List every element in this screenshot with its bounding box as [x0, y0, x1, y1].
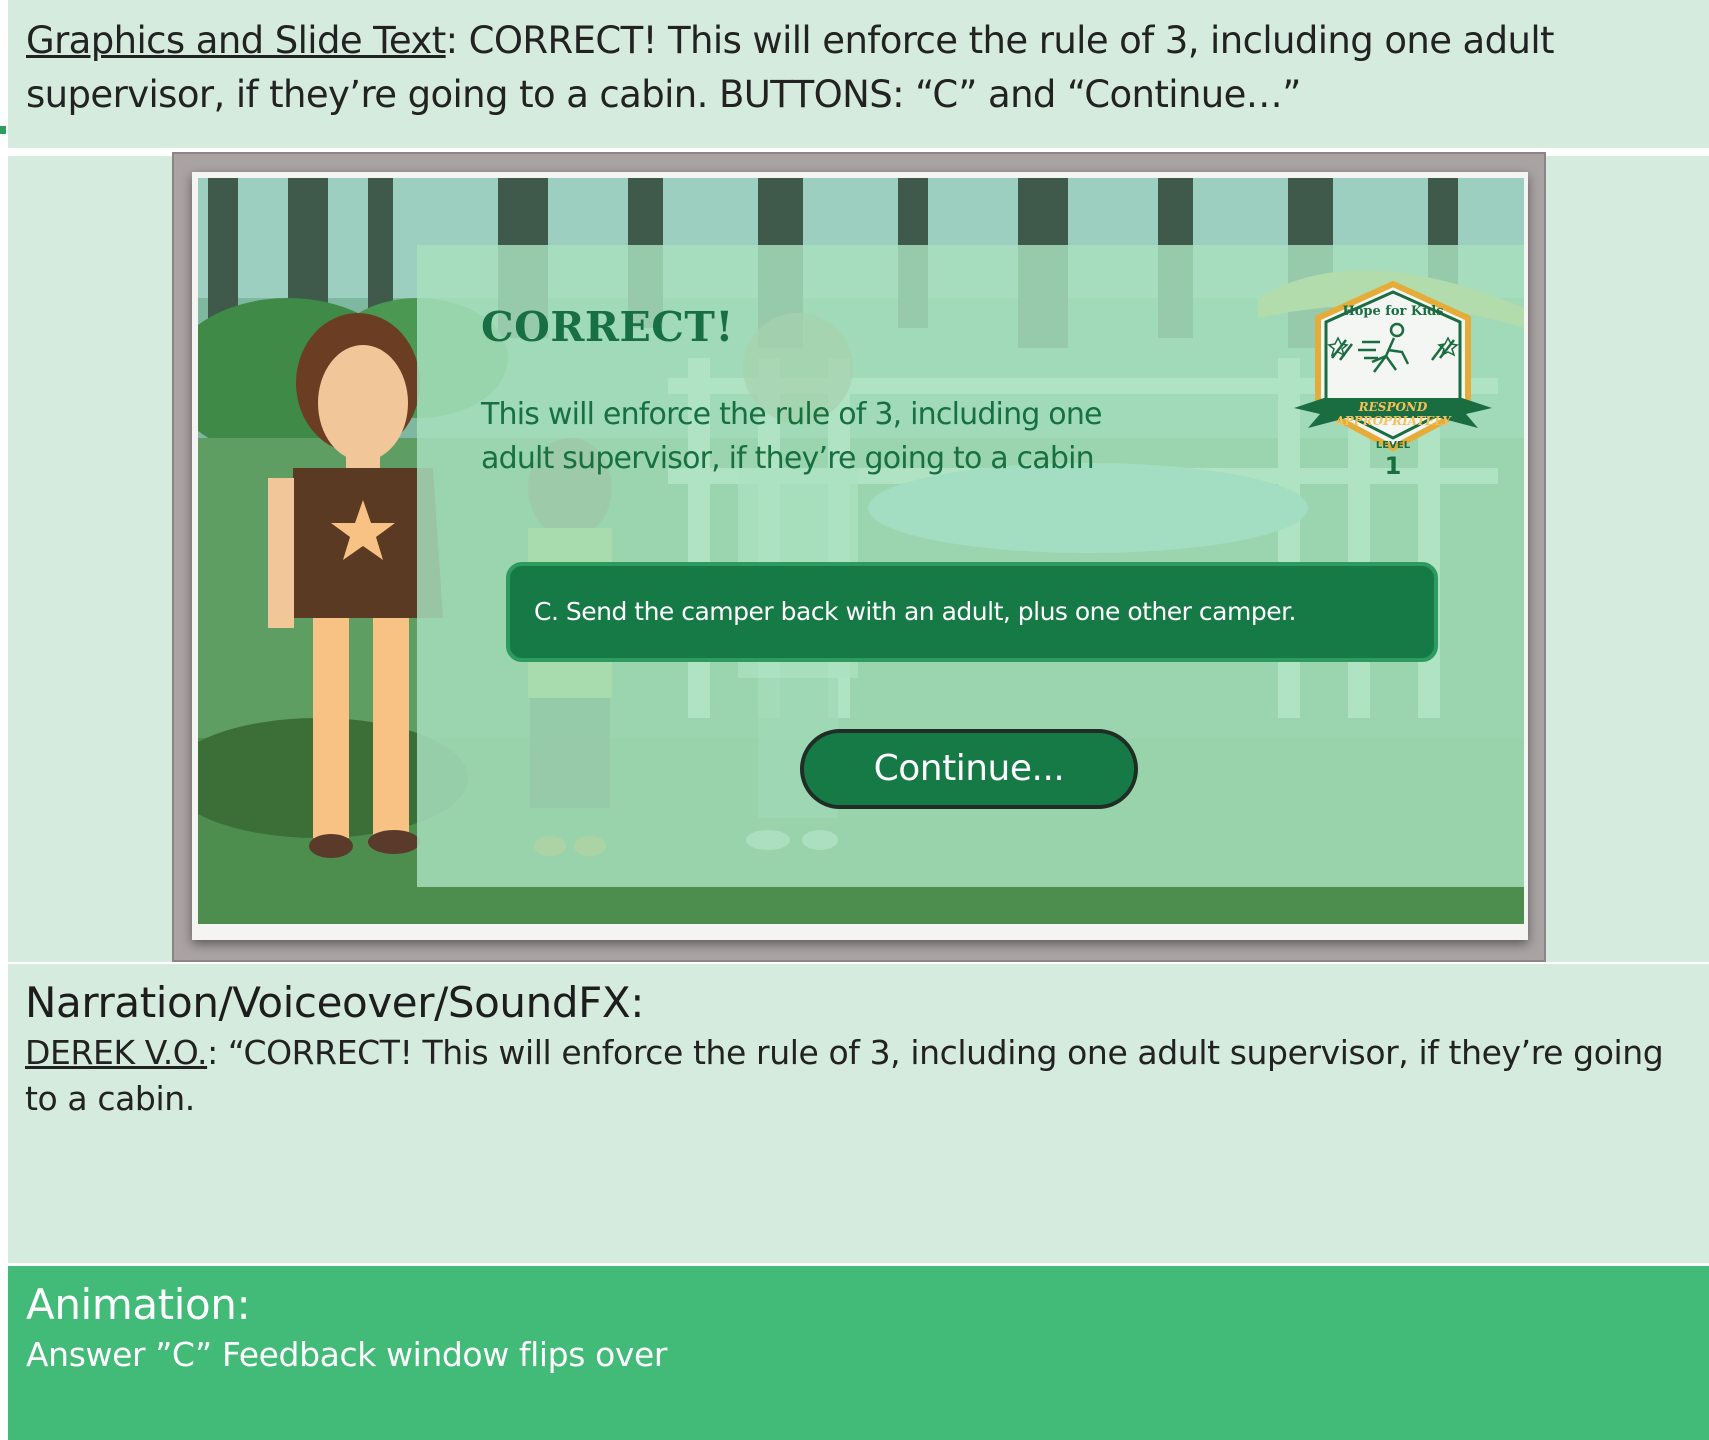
badge-ribbon-line1: RESPOND: [1358, 400, 1428, 414]
graphics-row-text: Graphics and Slide Text: CORRECT! This w…: [26, 14, 1691, 122]
graphics-row: Graphics and Slide Text: CORRECT! This w…: [8, 0, 1709, 148]
slide-board: CORRECT! This will enforce the rule of 3…: [192, 172, 1528, 940]
narration-text: “CORRECT! This will enforce the rule of …: [25, 1033, 1664, 1118]
graphics-row-separator: :: [445, 19, 458, 62]
animation-heading: Animation:: [26, 1280, 251, 1329]
slide-screenshot: CORRECT! This will enforce the rule of 3…: [172, 152, 1546, 962]
answer-c-box[interactable]: C. Send the camper back with an adult, p…: [506, 562, 1438, 662]
narration-line: DEREK V.O.: “CORRECT! This will enforce …: [25, 1030, 1692, 1122]
narration-row: Narration/Voiceover/SoundFX: DEREK V.O.:…: [8, 964, 1709, 1263]
animation-text: Answer ”C” Feedback window flips over: [26, 1335, 668, 1374]
badge-ribbon-text: RESPOND APPROPRIATELY: [1314, 400, 1472, 428]
narration-separator: :: [207, 1033, 218, 1072]
feedback-title: CORRECT!: [481, 303, 734, 351]
slide-scene: CORRECT! This will enforce the rule of 3…: [198, 178, 1524, 924]
badge-brand-text: Hope for Kids: [1342, 304, 1444, 319]
narration-heading: Narration/Voiceover/SoundFX:: [25, 978, 645, 1027]
animation-row: Animation: Answer ”C” Feedback window fl…: [8, 1266, 1709, 1440]
graphics-row-label: Graphics and Slide Text: [26, 19, 446, 62]
badge-level-label: LEVEL: [1375, 440, 1411, 451]
badge-ribbon-line2: APPROPRIATELY: [1335, 414, 1451, 428]
narration-speaker: DEREK V.O.: [25, 1033, 208, 1072]
badge-level-number: 1: [1384, 452, 1402, 480]
continue-button[interactable]: Continue...: [800, 729, 1138, 809]
left-edge-accent: [0, 126, 6, 134]
feedback-message: This will enforce the rule of 3, includi…: [481, 397, 1103, 476]
